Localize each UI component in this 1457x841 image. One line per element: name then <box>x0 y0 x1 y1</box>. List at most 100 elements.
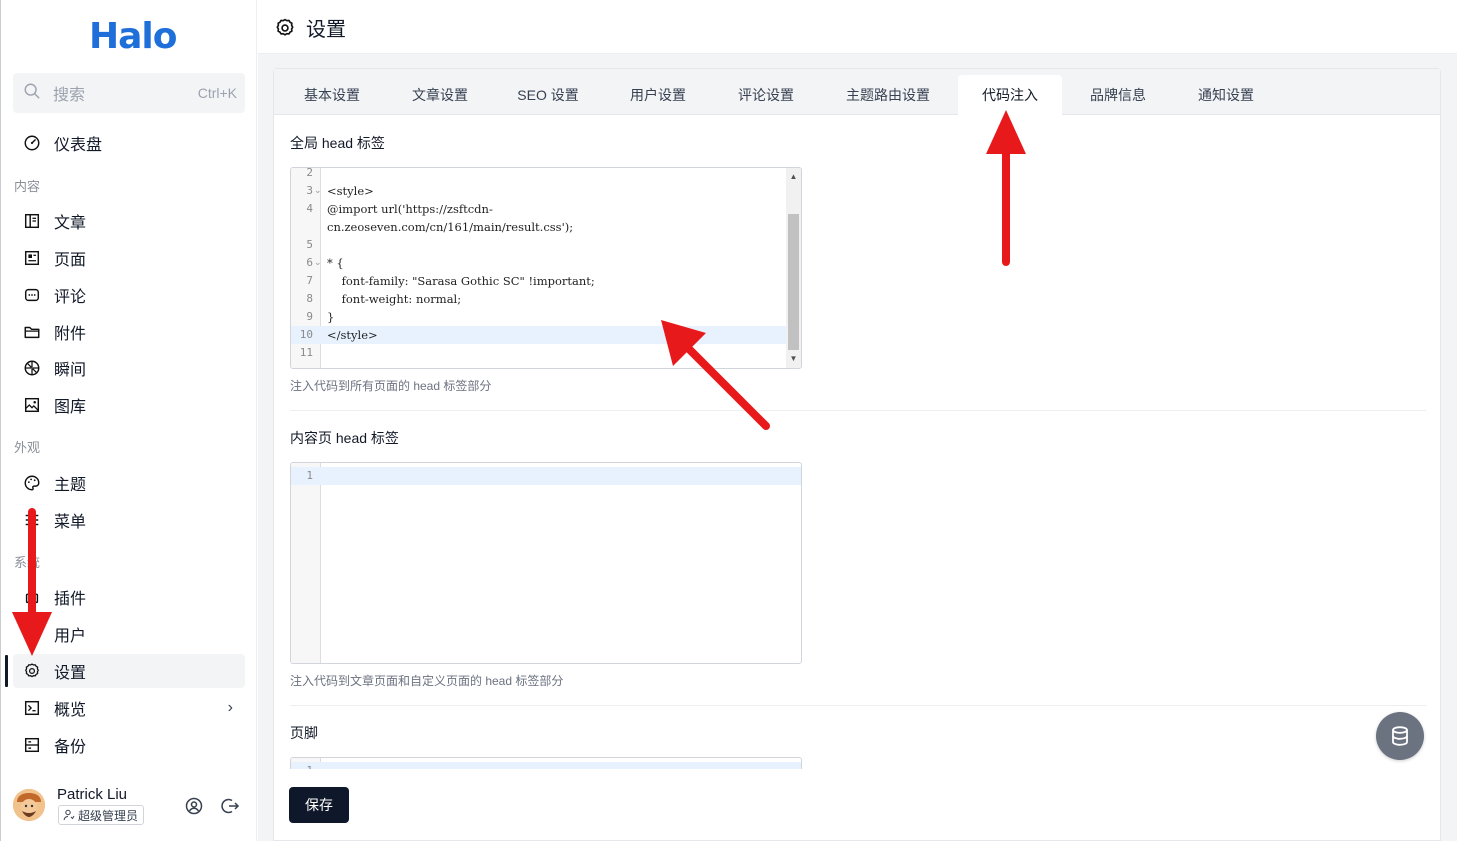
user-icon <box>23 625 41 643</box>
code-line: 3 ⌄ <style> <box>306 182 374 200</box>
backup-icon <box>23 736 41 754</box>
tab-post[interactable]: 文章设置 <box>392 75 488 115</box>
aperture-icon <box>23 359 41 377</box>
user-name: Patrick Liu <box>57 786 128 803</box>
sidebar-item-label: 备份 <box>54 739 87 756</box>
page-icon <box>23 249 41 267</box>
code-line-current: 1 <box>291 467 801 485</box>
save-button[interactable]: 保存 <box>289 787 349 823</box>
scroll-up-icon[interactable]: ▲ <box>786 170 801 184</box>
user-panel: Patrick Liu 超级管理员 <box>13 786 248 826</box>
content-head-editor[interactable]: 1 <box>290 462 802 664</box>
sidebar-item-label: 页面 <box>54 252 87 269</box>
post-icon <box>23 212 41 230</box>
profile-icon[interactable] <box>184 796 204 816</box>
divider <box>290 705 1426 706</box>
sidebar-item-gallery[interactable]: 图库 <box>13 388 245 422</box>
comment-icon <box>23 286 41 304</box>
search-shortcut: Ctrl+K <box>197 85 237 101</box>
settings-tabs: 基本设置 文章设置 SEO 设置 用户设置 评论设置 主题路由设置 代码注入 品… <box>274 69 1440 115</box>
tab-theme-route[interactable]: 主题路由设置 <box>828 75 948 115</box>
sidebar-item-label: 瞬间 <box>54 362 87 379</box>
sidebar-item-label: 概览 <box>54 702 87 719</box>
user-role-label: 超级管理员 <box>78 808 139 823</box>
divider <box>290 410 1426 411</box>
sidebar-item-label: 附件 <box>54 326 87 343</box>
sidebar-item-overview[interactable]: 概览 › <box>13 691 245 725</box>
code-line-current: 1 <box>291 762 801 769</box>
sidebar-item-users[interactable]: 用户 <box>13 617 245 651</box>
sidebar-item-settings[interactable]: 设置 <box>13 654 245 688</box>
sidebar-item-label: 仪表盘 <box>54 137 103 154</box>
avatar[interactable] <box>13 789 45 821</box>
user-role-icon <box>63 809 75 821</box>
app-logo[interactable]: Halo <box>89 16 177 57</box>
tab-code-injection[interactable]: 代码注入 <box>958 75 1062 115</box>
tab-seo[interactable]: SEO 设置 <box>500 75 596 115</box>
database-icon <box>1392 726 1408 746</box>
global-head-label: 全局 head 标签 <box>290 135 385 151</box>
code-line: 11 <box>299 346 313 359</box>
sidebar-item-label: 插件 <box>54 591 87 608</box>
search-box[interactable]: 搜索 Ctrl+K <box>13 73 245 113</box>
page-title-text: 设置 <box>306 19 346 41</box>
content-head-label: 内容页 head 标签 <box>290 430 399 446</box>
sidebar-item-menus[interactable]: 菜单 <box>13 503 245 537</box>
floating-database-button[interactable] <box>1376 712 1424 760</box>
fold-icon[interactable]: ⌄ <box>314 254 322 272</box>
code-line: 5 <box>306 238 313 251</box>
tab-comment[interactable]: 评论设置 <box>718 75 814 115</box>
content-head-help: 注入代码到文章页面和自定义页面的 head 标签部分 <box>290 674 564 688</box>
settings-card: 基本设置 文章设置 SEO 设置 用户设置 评论设置 主题路由设置 代码注入 品… <box>273 68 1441 841</box>
sidebar-item-label: 主题 <box>54 477 87 494</box>
main-area: 设置 基本设置 文章设置 SEO 设置 用户设置 评论设置 主题路由设置 代码注… <box>258 0 1457 841</box>
code-line-current: 10 </style> <box>291 326 801 344</box>
page-title: 设置 <box>274 13 346 42</box>
user-role-badge: 超级管理员 <box>58 805 145 825</box>
code-line: 2 <box>306 167 313 179</box>
sidebar-item-plugins[interactable]: 插件 <box>13 580 245 614</box>
search-placeholder: 搜索 <box>53 87 86 104</box>
code-line: 8 font-weight: normal; <box>306 292 462 306</box>
menu-icon <box>23 511 41 529</box>
section-label-system: 系统 <box>14 555 41 570</box>
tab-notification[interactable]: 通知设置 <box>1178 75 1274 115</box>
code-line: cn.zeoseven.com/cn/161/main/result.css')… <box>327 220 574 234</box>
editor-scrollbar[interactable]: ▲ ▼ <box>786 168 801 368</box>
sidebar-item-moments[interactable]: 瞬间 <box>13 351 245 385</box>
sidebar-item-attachments[interactable]: 附件 <box>13 315 245 349</box>
code-line: 4 @import url('https://zsftcdn- <box>306 202 493 216</box>
sidebar-item-comments[interactable]: 评论 <box>13 278 245 312</box>
search-icon <box>23 82 41 105</box>
tab-basic[interactable]: 基本设置 <box>284 75 380 115</box>
footer-editor[interactable]: 1 <box>290 757 802 769</box>
chevron-right-icon[interactable]: › <box>228 699 233 717</box>
sidebar-item-pages[interactable]: 页面 <box>13 241 245 275</box>
tab-brand[interactable]: 品牌信息 <box>1070 75 1166 115</box>
sidebar-item-label: 用户 <box>54 628 87 645</box>
sidebar-item-label: 评论 <box>54 289 87 306</box>
fold-icon[interactable]: ⌄ <box>314 182 322 200</box>
tab-user[interactable]: 用户设置 <box>610 75 706 115</box>
active-indicator <box>5 655 8 687</box>
scroll-down-icon[interactable]: ▼ <box>786 352 801 366</box>
code-line: 7 font-family: "Sarasa Gothic SC" !impor… <box>306 274 595 288</box>
global-head-editor[interactable]: 2 3 ⌄ <style> 4 @import url('https://zsftcd… <box>290 167 802 369</box>
terminal-icon <box>23 699 41 717</box>
sidebar-item-label: 菜单 <box>54 514 87 531</box>
sidebar-item-themes[interactable]: 主题 <box>13 466 245 500</box>
section-label-content: 内容 <box>14 179 41 194</box>
sidebar-item-dashboard[interactable]: 仪表盘 <box>13 126 245 160</box>
sidebar: Halo 搜索 Ctrl+K 仪表盘 内容 文章 页面 评论 附件 瞬间 图库 … <box>0 0 257 841</box>
sidebar-item-backup[interactable]: 备份 <box>13 728 245 762</box>
footer-label: 页脚 <box>290 725 318 741</box>
plugin-icon <box>23 588 41 606</box>
logout-icon[interactable] <box>220 796 240 816</box>
sidebar-item-posts[interactable]: 文章 <box>13 204 245 238</box>
editor-gutter <box>291 463 321 663</box>
dashboard-icon <box>23 134 41 152</box>
scroll-thumb[interactable] <box>788 214 799 350</box>
settings-icon <box>23 662 41 680</box>
settings-icon <box>276 18 294 36</box>
code-line: 6 ⌄ * { <box>306 254 344 272</box>
